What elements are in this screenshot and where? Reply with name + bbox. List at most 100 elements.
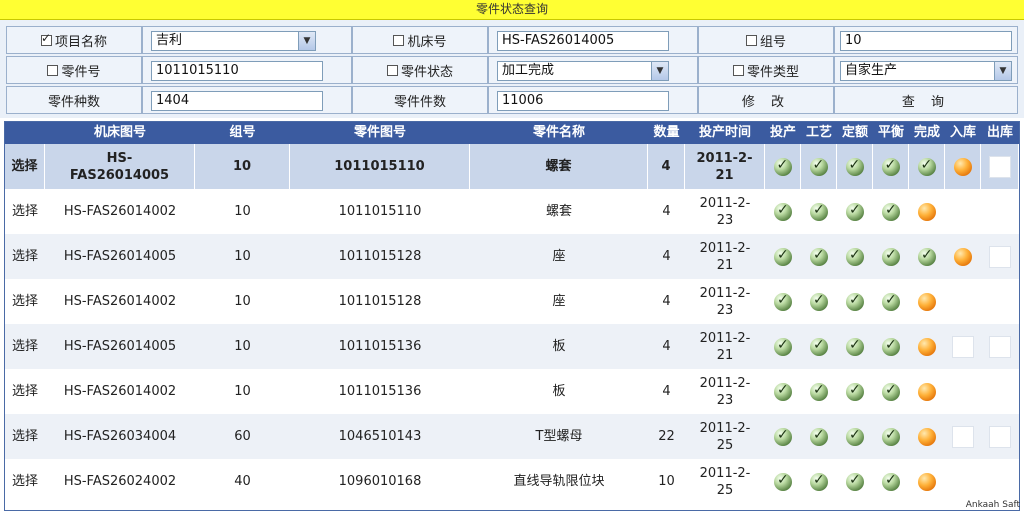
check-circle-icon <box>774 202 792 221</box>
table-row[interactable]: 选择 HS-FAS26024002 40 1096010168 直线导轨限位块 10 201… <box>5 459 1019 504</box>
table-row[interactable]: 选择 HS-FAS26014002 10 1011015110 螺套 4 2011-2- 2… <box>5 189 1019 234</box>
row-select-link[interactable]: 选择 <box>5 324 45 369</box>
status-cell-balance <box>873 369 909 414</box>
part-status-cell: 加工完成 ▼ <box>488 56 698 84</box>
query-button[interactable]: 查 询 <box>834 86 1018 114</box>
part-status-select[interactable]: 加工完成 ▼ <box>497 61 669 81</box>
table-row[interactable]: 选择 HS-FAS26014002 10 1011015136 板 4 2011-2- 23 <box>5 369 1019 414</box>
orange-dot-icon <box>918 337 936 356</box>
machine-drawing-no-cell: HS-FAS26034004 <box>63 429 177 444</box>
status-cell-process <box>801 234 837 279</box>
part-no-label: 零件号 <box>61 64 101 80</box>
column-header-process: 工艺 <box>805 125 832 140</box>
part-type-value: 自家生产 <box>845 63 898 78</box>
status-cell-stock-in <box>945 459 981 504</box>
status-cell-stock-out <box>981 144 1019 189</box>
group-no-input[interactable]: 10 <box>840 31 1012 51</box>
machine-drawing-no-cell: HS-FAS26014005 <box>63 339 177 354</box>
part-kinds-field: 1404 <box>151 91 323 111</box>
start-date-cell: 2011-2- 21 <box>685 144 765 189</box>
orange-dot-icon <box>918 202 936 221</box>
status-cell-balance <box>873 189 909 234</box>
check-circle-icon <box>882 337 900 356</box>
project-name-select[interactable]: 吉利 ▼ <box>151 31 316 51</box>
check-circle-icon <box>881 157 900 176</box>
part-type-select[interactable]: 自家生产 ▼ <box>840 61 1012 81</box>
checkbox-icon <box>732 64 744 76</box>
status-cell-stock-out <box>981 414 1019 459</box>
status-cell-start <box>765 279 801 324</box>
empty-box-icon <box>988 155 1011 178</box>
check-circle-icon <box>774 427 792 446</box>
empty-box-icon <box>989 245 1011 268</box>
group-no-label: 组号 <box>759 34 786 50</box>
part-kinds-label-cell: 零件种数 <box>6 86 142 114</box>
status-cell-stock-out <box>981 324 1019 369</box>
status-cell-quota <box>837 414 873 459</box>
part-kinds-label: 零件种数 <box>47 94 100 110</box>
status-cell-process <box>801 414 837 459</box>
group-no-cell: 10 <box>234 204 251 219</box>
column-header-stock-in: 入库 <box>949 125 976 140</box>
part-name-cell: 板 <box>552 384 566 399</box>
start-date-cell: 2011-2- 23 <box>699 195 751 228</box>
row-select-link[interactable]: 选择 <box>5 144 45 189</box>
checkbox-icon <box>745 34 757 46</box>
filter-panel: 项目名称 吉利 ▼ 机床号 HS-FAS26014005 组号 10 零件号 <box>0 20 1024 118</box>
part-no-input[interactable]: 1011015110 <box>151 61 323 81</box>
project-name-checkbox[interactable]: 项目名称 <box>6 26 142 54</box>
orange-dot-icon <box>918 292 936 311</box>
machine-no-checkbox[interactable]: 机床号 <box>352 26 488 54</box>
status-cell-stock-out <box>981 459 1019 504</box>
check-circle-icon <box>774 247 792 266</box>
row-select-link[interactable]: 选择 <box>5 234 45 279</box>
check-circle-icon <box>846 427 864 446</box>
checkbox-icon <box>40 31 52 46</box>
check-circle-icon <box>774 472 792 491</box>
table-header: 机床图号 组号 零件图号 零件名称 数量 投产时间 投产 工艺 定额 平衡 完成 入库 出库 <box>5 122 1019 144</box>
status-cell-complete <box>909 234 945 279</box>
status-cell-start <box>765 144 801 189</box>
window-title: 零件状态查询 <box>0 0 1024 20</box>
table-row[interactable]: 选择 HS-FAS26014005 10 1011015128 座 4 2011-2- 21 <box>5 234 1019 279</box>
quantity-cell: 4 <box>662 339 671 354</box>
column-header-balance: 平衡 <box>877 125 904 140</box>
part-name-cell: 螺套 <box>545 204 572 219</box>
part-drawing-no-cell: 1011015136 <box>338 384 422 399</box>
status-cell-balance <box>873 414 909 459</box>
status-cell-quota <box>837 234 873 279</box>
part-status-checkbox[interactable]: 零件状态 <box>352 56 488 84</box>
status-cell-stock-in <box>945 324 981 369</box>
row-select-link[interactable]: 选择 <box>5 189 45 234</box>
part-no-checkbox[interactable]: 零件号 <box>6 56 142 84</box>
row-select-link[interactable]: 选择 <box>5 414 45 459</box>
row-select-link[interactable]: 选择 <box>5 369 45 414</box>
chevron-down-icon: ▼ <box>298 32 315 50</box>
group-no-checkbox[interactable]: 组号 <box>698 26 834 54</box>
machine-drawing-no-cell: HS-FAS26014002 <box>63 204 177 219</box>
part-type-checkbox[interactable]: 零件类型 <box>698 56 834 84</box>
start-date-cell: 2011-2- 21 <box>699 330 751 363</box>
checkbox-icon <box>393 34 405 46</box>
status-cell-stock-in <box>945 144 981 189</box>
table-row[interactable]: 选择 HS- FAS26014005 10 1011015110 螺套 4 2011-2- … <box>5 144 1019 189</box>
row-select-link[interactable]: 选择 <box>5 279 45 324</box>
quantity-cell: 4 <box>662 249 671 264</box>
table-row[interactable]: 选择 HS-FAS26014002 10 1011015128 座 4 2011-2- 23 <box>5 279 1019 324</box>
table-row[interactable]: 选择 HS-FAS26034004 60 1046510143 T型螺母 22 2011-2… <box>5 414 1019 459</box>
modify-button[interactable]: 修 改 <box>698 86 834 114</box>
machine-drawing-no-cell: HS- FAS26014005 <box>45 144 195 189</box>
status-cell-balance <box>873 279 909 324</box>
column-header-part-drawing-no: 零件图号 <box>353 125 406 140</box>
machine-drawing-no-cell: HS-FAS26014002 <box>63 384 177 399</box>
status-cell-balance <box>873 459 909 504</box>
machine-no-input[interactable]: HS-FAS26014005 <box>497 31 669 51</box>
check-circle-icon <box>774 292 792 311</box>
check-circle-icon <box>810 247 828 266</box>
row-select-link[interactable]: 选择 <box>5 459 45 504</box>
quantity-cell: 22 <box>658 429 675 444</box>
quantity-cell: 4 <box>662 294 671 309</box>
part-name-cell: 座 <box>552 249 566 264</box>
table-row[interactable]: 选择 HS-FAS26014005 10 1011015136 板 4 2011-2- 21 <box>5 324 1019 369</box>
part-count-label: 零件件数 <box>393 94 446 110</box>
